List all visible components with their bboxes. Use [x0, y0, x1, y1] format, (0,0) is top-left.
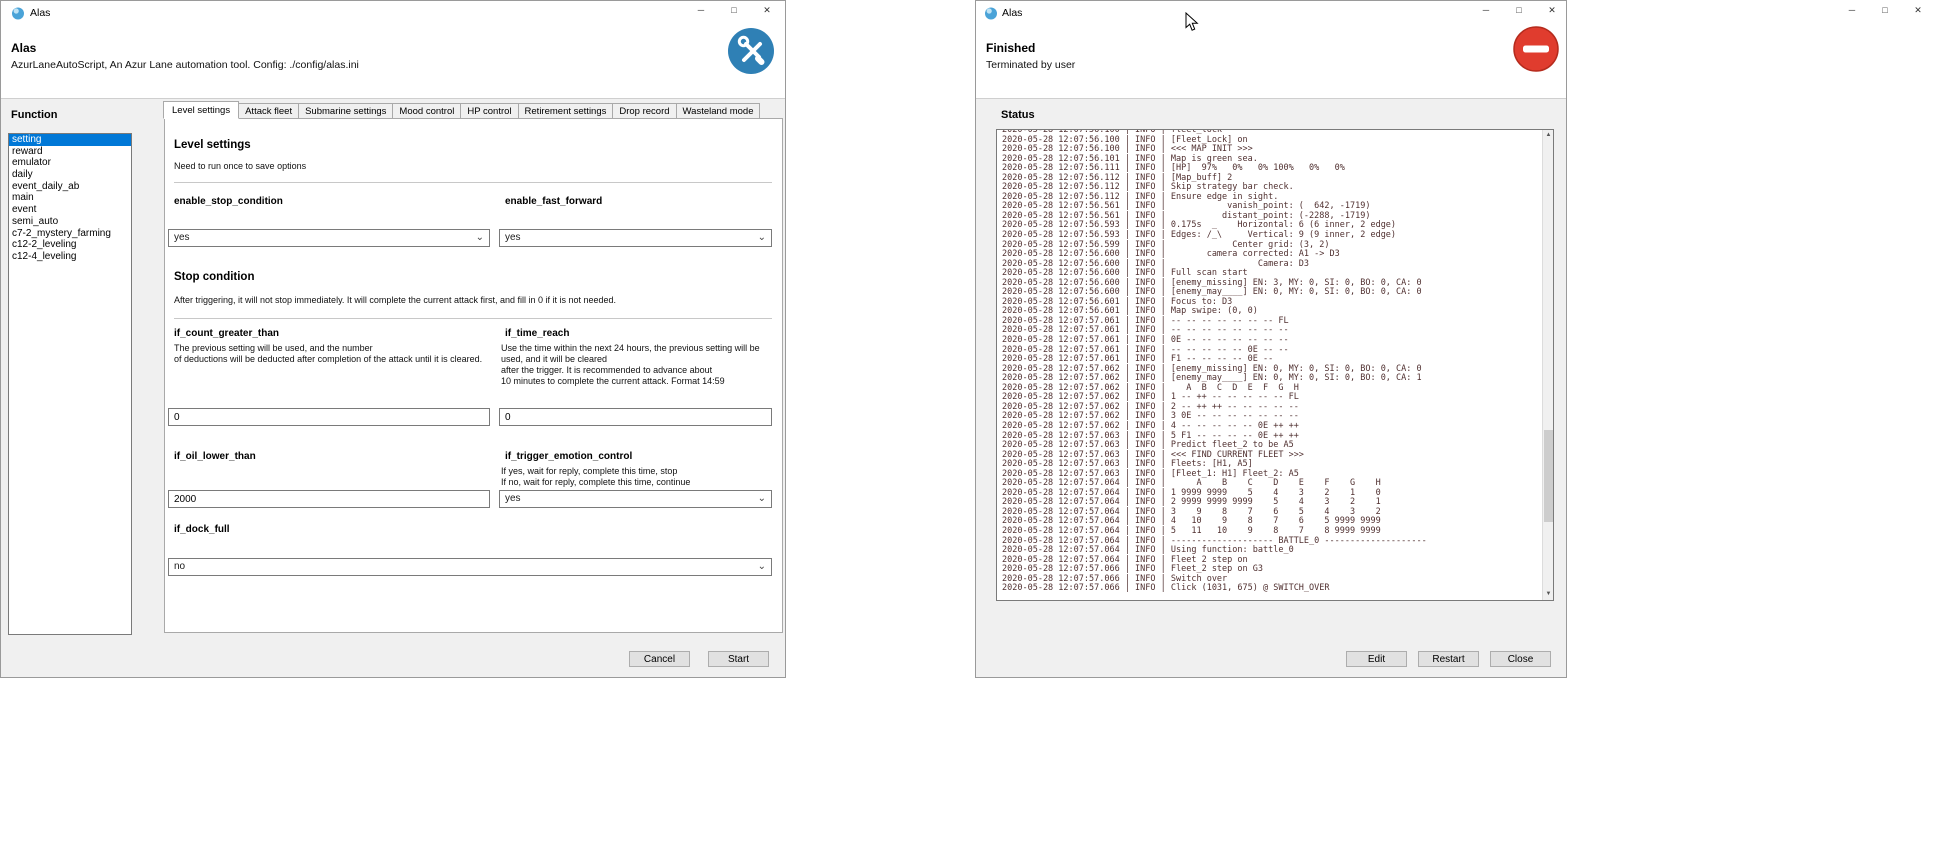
alas-config-window: Alas ─ □ ✕ Alas AzurLaneAutoScript, An A… [0, 0, 786, 678]
chevron-down-icon: ⌄ [758, 230, 766, 246]
status-title: Finished [986, 41, 1035, 55]
stop-sign-icon [1513, 26, 1559, 72]
close-button[interactable]: ✕ [1546, 5, 1558, 16]
function-list-item[interactable]: c12-2_leveling [9, 239, 131, 251]
function-list-item[interactable]: event [9, 204, 131, 216]
tab[interactable]: Mood control [393, 103, 461, 119]
maximize-button[interactable]: □ [728, 5, 740, 16]
alas-logo-icon [984, 6, 998, 20]
enable-stop-condition-label: enable_stop_condition [174, 196, 283, 207]
tab-page-level-settings: Level settings Need to run once to save … [164, 118, 783, 633]
tab[interactable]: Submarine settings [299, 103, 393, 119]
if-count-greater-than-desc: The previous setting will be used, and t… [174, 343, 496, 365]
tab[interactable]: Drop record [613, 103, 676, 119]
scroll-up-button[interactable]: ▲ [1543, 130, 1554, 141]
window-header: Alas ─ □ ✕ Finished Terminated by user [976, 1, 1566, 99]
function-list-item[interactable]: c7-2_mystery_farming [9, 228, 131, 240]
start-button[interactable]: Start [708, 651, 769, 667]
function-list-item[interactable]: semi_auto [9, 216, 131, 228]
bg-close-button[interactable]: ✕ [1912, 5, 1924, 16]
function-list-item[interactable]: emulator [9, 157, 131, 169]
close-run-button[interactable]: Close [1490, 651, 1551, 667]
if-trigger-emotion-control-select[interactable]: yes ⌄ [499, 490, 772, 508]
chevron-down-icon: ⌄ [758, 491, 766, 507]
log-output[interactable]: 2020-05-28 12:07:56.100 | INFO | fleet_l… [996, 129, 1554, 601]
if-oil-lower-than-input[interactable] [168, 490, 490, 508]
if-time-reach-input[interactable] [499, 408, 772, 426]
log-scrollbar[interactable]: ▲ ▼ [1542, 130, 1553, 600]
function-list-item[interactable]: reward [9, 146, 131, 158]
section-desc-stop-condition: After triggering, it will not stop immed… [174, 295, 774, 306]
tab[interactable]: Level settings [163, 101, 239, 119]
mouse-cursor [1185, 12, 1199, 37]
restart-button[interactable]: Restart [1418, 651, 1479, 667]
alas-logo-icon [11, 6, 25, 20]
close-button[interactable]: ✕ [761, 5, 773, 16]
if-time-reach-desc: Use the time within the next 24 hours, t… [501, 343, 774, 387]
enable-stop-condition-select[interactable]: yes ⌄ [168, 229, 490, 247]
tab-bar: Level settingsAttack fleetSubmarine sett… [164, 101, 760, 119]
scroll-down-button[interactable]: ▼ [1543, 589, 1554, 600]
titlebar[interactable]: Alas ─ □ ✕ [976, 1, 1566, 26]
function-list-item[interactable]: main [9, 192, 131, 204]
cancel-button[interactable]: Cancel [629, 651, 690, 667]
window-title: Alas [1002, 7, 1022, 19]
if-trigger-emotion-control-value: yes [505, 493, 521, 504]
section-title-level-settings: Level settings [174, 139, 251, 151]
window-header: Alas ─ □ ✕ Alas AzurLaneAutoScript, An A… [1, 1, 785, 99]
if-oil-lower-than-label: if_oil_lower_than [174, 451, 256, 462]
tab[interactable]: HP control [461, 103, 518, 119]
chevron-down-icon: ⌄ [476, 230, 484, 246]
alas-log-window: Alas ─ □ ✕ Finished Terminated by user S… [975, 0, 1567, 678]
minimize-button[interactable]: ─ [1480, 5, 1492, 16]
if-dock-full-label: if_dock_full [174, 524, 230, 535]
if-count-greater-than-label: if_count_greater_than [174, 328, 279, 339]
if-trigger-emotion-control-desc: If yes, wait for reply, complete this ti… [501, 466, 774, 488]
titlebar[interactable]: Alas ─ □ ✕ [1, 1, 785, 26]
if-trigger-emotion-control-label: if_trigger_emotion_control [505, 451, 632, 462]
if-dock-full-value: no [174, 561, 185, 572]
tab[interactable]: Retirement settings [519, 103, 614, 119]
divider [174, 182, 772, 183]
function-list[interactable]: settingrewardemulatordailyevent_daily_ab… [8, 133, 132, 635]
tab[interactable]: Attack fleet [239, 103, 299, 119]
enable-fast-forward-value: yes [505, 232, 521, 243]
status-label: Status [1001, 109, 1035, 121]
scrollbar-thumb[interactable] [1544, 430, 1553, 522]
page-subtitle: AzurLaneAutoScript, An Azur Lane automat… [11, 59, 359, 71]
function-list-item[interactable]: setting [9, 134, 131, 146]
log-lines: 2020-05-28 12:07:56.100 | INFO | fleet_l… [1002, 129, 1540, 594]
tools-icon [728, 28, 774, 74]
function-list-item[interactable]: event_daily_ab [9, 181, 131, 193]
chevron-down-icon: ⌄ [758, 559, 766, 575]
edit-button[interactable]: Edit [1346, 651, 1407, 667]
section-desc-level-settings: Need to run once to save options [174, 161, 306, 172]
window-controls: ─ □ ✕ [695, 5, 773, 16]
if-dock-full-select[interactable]: no ⌄ [168, 558, 772, 576]
bg-maximize-button[interactable]: □ [1879, 5, 1891, 16]
function-label: Function [11, 109, 57, 121]
window-title: Alas [30, 7, 50, 19]
page-title: Alas [11, 41, 36, 55]
background-window-controls: ─ □ ✕ [1846, 5, 1924, 16]
enable-fast-forward-select[interactable]: yes ⌄ [499, 229, 772, 247]
divider [174, 318, 772, 319]
section-title-stop-condition: Stop condition [174, 271, 254, 283]
if-count-greater-than-input[interactable] [168, 408, 490, 426]
log-line: 2020-05-28 12:07:57.066 | INFO | Click (… [1002, 584, 1540, 594]
bg-minimize-button[interactable]: ─ [1846, 5, 1858, 16]
tab[interactable]: Wasteland mode [677, 103, 761, 119]
minimize-button[interactable]: ─ [695, 5, 707, 16]
maximize-button[interactable]: □ [1513, 5, 1525, 16]
window-controls: ─ □ ✕ [1480, 5, 1558, 16]
enable-fast-forward-label: enable_fast_forward [505, 196, 602, 207]
function-list-item[interactable]: c12-4_leveling [9, 251, 131, 263]
enable-stop-condition-value: yes [174, 232, 190, 243]
if-time-reach-label: if_time_reach [505, 328, 569, 339]
function-list-item[interactable]: daily [9, 169, 131, 181]
status-subtitle: Terminated by user [986, 59, 1075, 71]
